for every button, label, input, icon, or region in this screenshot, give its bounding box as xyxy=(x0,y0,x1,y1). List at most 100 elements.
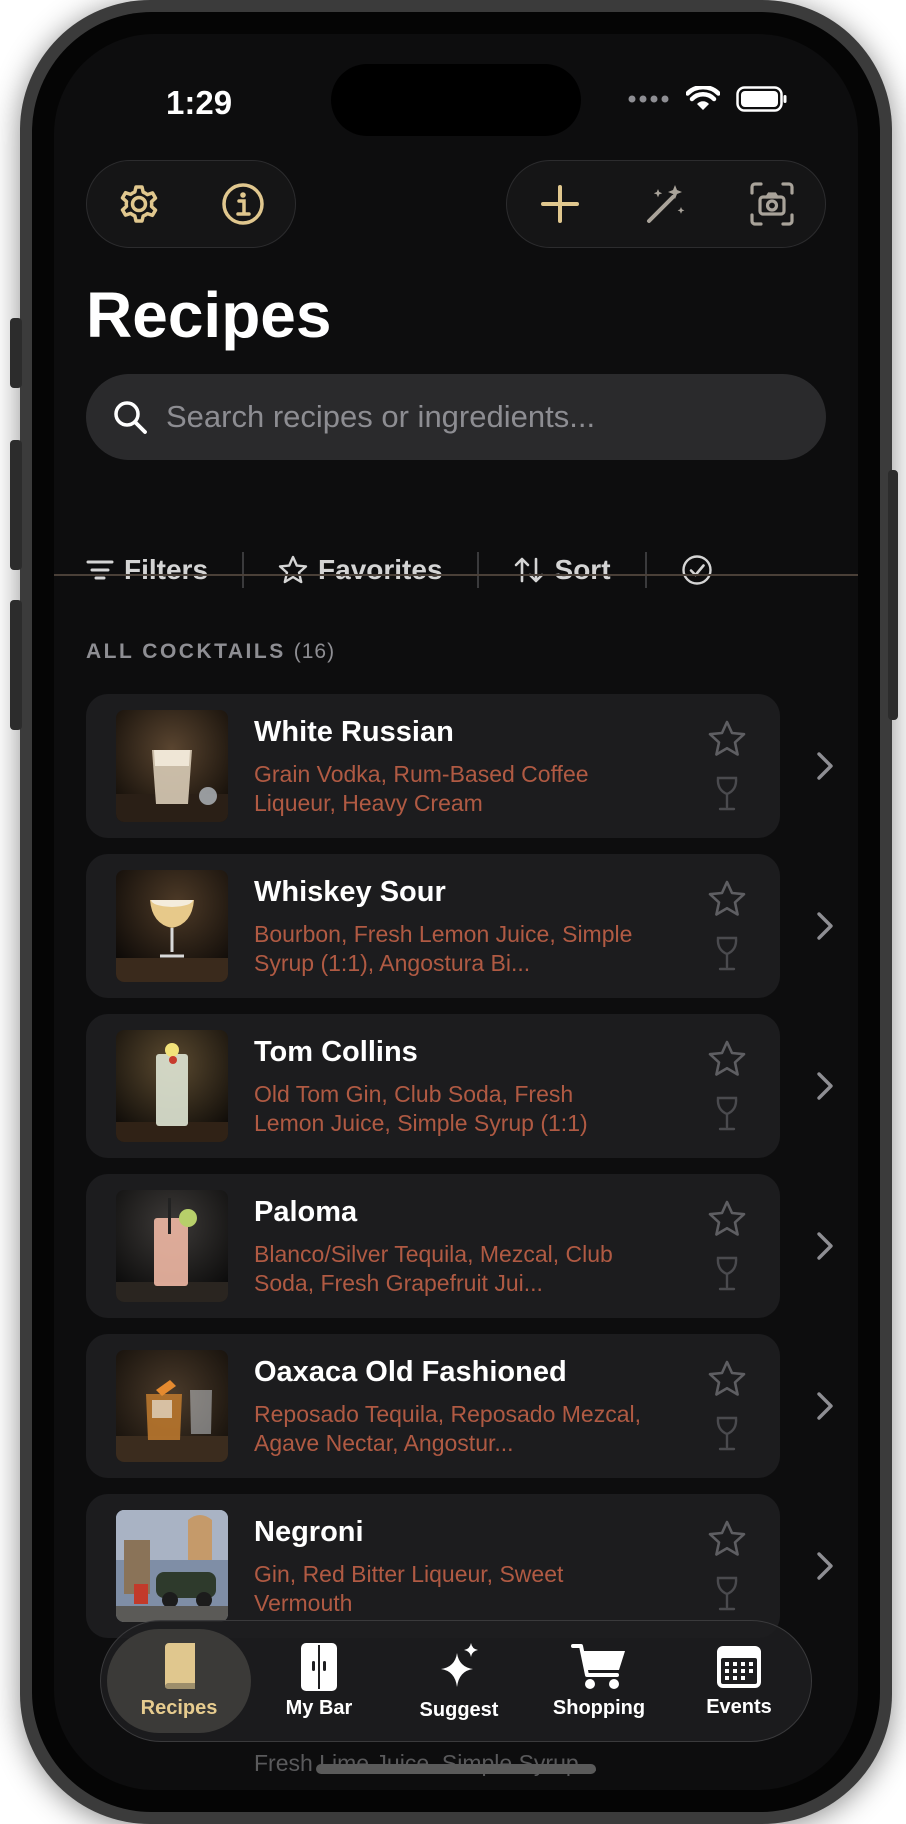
scan-camera-button[interactable] xyxy=(744,176,800,232)
star-outline-icon xyxy=(708,1360,746,1396)
add-recipe-button[interactable] xyxy=(532,176,588,232)
wifi-icon xyxy=(686,86,720,110)
search-bar[interactable] xyxy=(86,374,826,460)
search-icon xyxy=(114,401,147,434)
filter-separator xyxy=(476,552,479,588)
cocktail-glass-icon xyxy=(712,1254,742,1294)
toolbar-left-group xyxy=(86,160,296,248)
home-indicator[interactable] xyxy=(316,1764,596,1774)
dynamic-island xyxy=(331,64,581,136)
star-outline-icon xyxy=(708,1520,746,1556)
filter-lines-icon xyxy=(86,560,114,580)
info-button[interactable] xyxy=(215,176,271,232)
cocktail-thumbnail xyxy=(116,1510,228,1622)
chevron-right-icon[interactable] xyxy=(812,908,838,944)
header-divider xyxy=(54,574,858,576)
tab-my-bar[interactable]: My Bar xyxy=(247,1629,391,1733)
power-button xyxy=(888,470,898,720)
chevron-right-icon[interactable] xyxy=(812,1228,838,1264)
cocktail-ingredients: Gin, Red Bitter Liqueur, Sweet Vermouth xyxy=(254,1561,564,1616)
cocktail-card[interactable]: Whiskey Sour Bourbon, Fresh Lemon Juice,… xyxy=(86,854,780,998)
section-header: ALL COCKTAILS (16) xyxy=(86,640,335,664)
calendar-icon xyxy=(717,1645,761,1688)
tab-label: Recipes xyxy=(140,1696,218,1719)
plus-icon xyxy=(541,185,579,223)
cocktail-glass-icon xyxy=(712,1414,742,1454)
cocktail-name: Negroni xyxy=(254,1516,364,1548)
cocktail-list: White Russian Grain Vodka, Rum-Based Cof… xyxy=(86,694,858,1654)
info-icon xyxy=(222,183,264,225)
chevron-right-icon[interactable] xyxy=(812,1548,838,1584)
favorite-button[interactable] xyxy=(706,1038,748,1080)
camera-scan-icon xyxy=(750,182,794,226)
cocktail-glass-icon xyxy=(712,1094,742,1134)
status-icons xyxy=(628,86,788,112)
filter-separator xyxy=(242,552,245,588)
cocktail-thumbnail xyxy=(116,1190,228,1302)
favorite-button[interactable] xyxy=(706,878,748,920)
tab-label: Suggest xyxy=(419,1698,499,1721)
favorites-label: Favorites xyxy=(318,554,443,585)
chevron-right-icon[interactable] xyxy=(812,748,838,784)
cocktail-name: Tom Collins xyxy=(254,1036,418,1068)
cart-icon xyxy=(571,1643,625,1689)
volume-down-button xyxy=(10,600,22,730)
battery-icon xyxy=(736,86,787,112)
select-mode-button[interactable] xyxy=(681,548,713,592)
cocktail-card[interactable]: Negroni Gin, Red Bitter Liqueur, Sweet V… xyxy=(86,1494,780,1638)
settings-button[interactable] xyxy=(111,176,167,232)
cocktail-card[interactable]: White Russian Grain Vodka, Rum-Based Cof… xyxy=(86,694,780,838)
cocktail-name: Paloma xyxy=(254,1196,358,1228)
filters-label: Filters xyxy=(124,554,209,585)
cabinet-icon xyxy=(301,1642,337,1691)
gear-icon xyxy=(120,185,158,223)
cocktail-row[interactable]: Paloma Blanco/Silver Tequila, Mezcal, Cl… xyxy=(86,1174,858,1334)
cocktail-ingredients: Reposado Tequila, Reposado Mezcal, Agave… xyxy=(254,1401,641,1456)
star-outline-icon xyxy=(708,880,746,916)
tab-events[interactable]: Events xyxy=(667,1629,811,1733)
cocktail-card[interactable]: Tom Collins Old Tom Gin, Club Soda, Fres… xyxy=(86,1014,780,1158)
tab-recipes[interactable]: Recipes xyxy=(107,1629,251,1733)
cocktail-glass-icon xyxy=(712,774,742,814)
favorite-button[interactable] xyxy=(706,1358,748,1400)
page-title: Recipes xyxy=(86,279,332,351)
signal-icon xyxy=(628,95,669,103)
sort-button[interactable]: Sort xyxy=(513,548,611,592)
tab-label: Shopping xyxy=(552,1696,646,1719)
toolbar-right-group xyxy=(506,160,826,248)
cocktail-ingredients: Old Tom Gin, Club Soda, Fresh Lemon Juic… xyxy=(254,1081,588,1136)
magic-create-button[interactable] xyxy=(638,176,694,232)
section-title: ALL COCKTAILS xyxy=(86,640,286,663)
favorites-button[interactable]: Favorites xyxy=(278,548,443,592)
favorite-button[interactable] xyxy=(706,1198,748,1240)
status-time: 1:29 xyxy=(166,84,233,121)
cocktail-row[interactable]: Whiskey Sour Bourbon, Fresh Lemon Juice,… xyxy=(86,854,858,1014)
cocktail-thumbnail xyxy=(116,870,228,982)
chevron-right-icon[interactable] xyxy=(812,1388,838,1424)
cocktail-ingredients: Bourbon, Fresh Lemon Juice, Simple Syrup… xyxy=(254,921,633,976)
favorite-button[interactable] xyxy=(706,1518,748,1560)
cocktail-row[interactable]: Tom Collins Old Tom Gin, Club Soda, Fres… xyxy=(86,1014,858,1174)
sort-label: Sort xyxy=(554,554,611,585)
tab-shopping[interactable]: Shopping xyxy=(527,1629,671,1733)
sparkles-icon xyxy=(441,1642,478,1687)
chevron-right-icon[interactable] xyxy=(812,1068,838,1104)
cocktail-glass-icon xyxy=(712,934,742,974)
checkmark-circle-icon xyxy=(681,555,712,585)
cocktail-thumbnail xyxy=(116,710,228,822)
cocktail-row[interactable]: White Russian Grain Vodka, Rum-Based Cof… xyxy=(86,694,858,854)
favorite-button[interactable] xyxy=(706,718,748,760)
cocktail-card[interactable]: Paloma Blanco/Silver Tequila, Mezcal, Cl… xyxy=(86,1174,780,1318)
cocktail-thumbnail xyxy=(116,1350,228,1462)
filter-bar: Filters Favorites Sort xyxy=(86,534,713,606)
star-outline-icon xyxy=(708,1040,746,1076)
cocktail-card[interactable]: Oaxaca Old Fashioned Reposado Tequila, R… xyxy=(86,1334,780,1478)
cocktail-row[interactable]: Oaxaca Old Fashioned Reposado Tequila, R… xyxy=(86,1334,858,1494)
tab-label: Events xyxy=(706,1695,772,1718)
search-input[interactable] xyxy=(166,399,766,435)
section-count: (16) xyxy=(293,640,336,663)
tab-label: My Bar xyxy=(285,1696,353,1719)
tab-suggest[interactable]: Suggest xyxy=(387,1629,531,1733)
filters-button[interactable]: Filters xyxy=(86,548,208,592)
cocktail-glass-icon xyxy=(712,1574,742,1614)
